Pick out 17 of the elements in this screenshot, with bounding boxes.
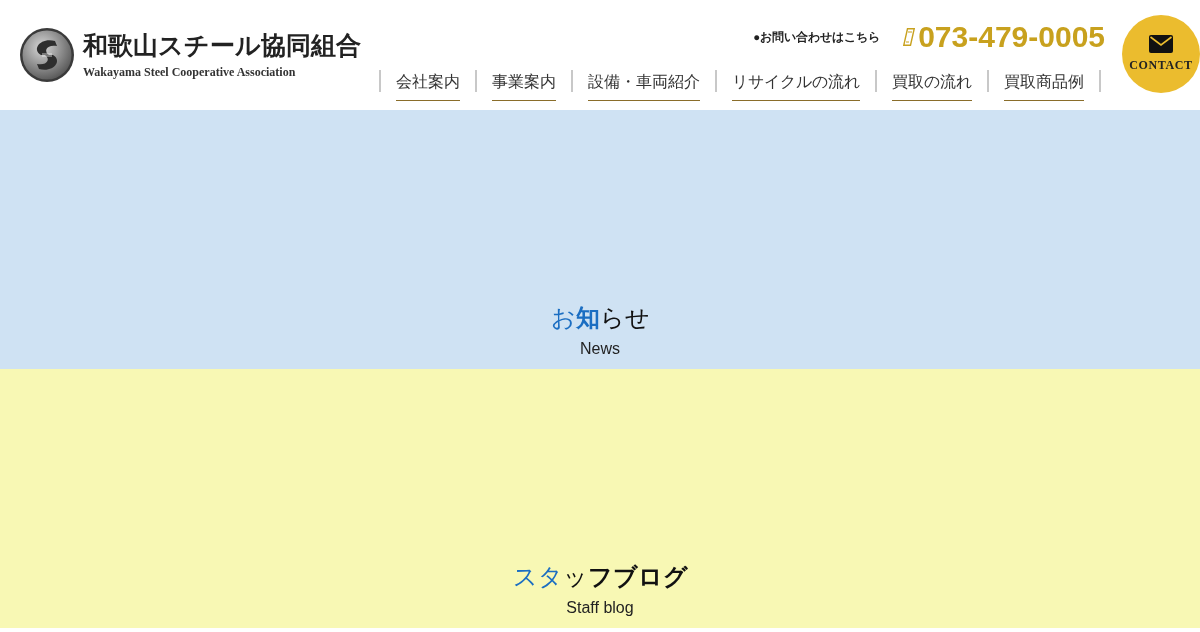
section-subtitle: News xyxy=(580,339,620,359)
nav-link[interactable]: リサイクルの流れ xyxy=(732,70,860,101)
contact-button[interactable]: CONTACT xyxy=(1122,15,1200,93)
nav-link[interactable]: 買取商品例 xyxy=(1004,70,1084,101)
section-title: スタ ッフブログ xyxy=(512,562,688,592)
contact-label: ●お問い合わせはこちら xyxy=(753,29,881,45)
envelope-icon xyxy=(1149,35,1173,53)
nav-link[interactable]: 買取の流れ xyxy=(892,70,972,101)
section-subtitle: Staff blog xyxy=(566,598,634,618)
logo-icon xyxy=(19,27,75,83)
section-title: お知 らせ xyxy=(550,303,650,333)
nav-link[interactable]: 会社案内 xyxy=(396,70,460,101)
phone-icon xyxy=(903,28,916,46)
logo-subtitle: Wakayama Steel Cooperative Association xyxy=(83,65,297,79)
logo-title: 和歌山スチール協同組合 xyxy=(83,31,361,61)
nav-link[interactable]: 事業案内 xyxy=(492,70,556,101)
nav-link[interactable]: 設備・車両紹介 xyxy=(588,70,700,101)
